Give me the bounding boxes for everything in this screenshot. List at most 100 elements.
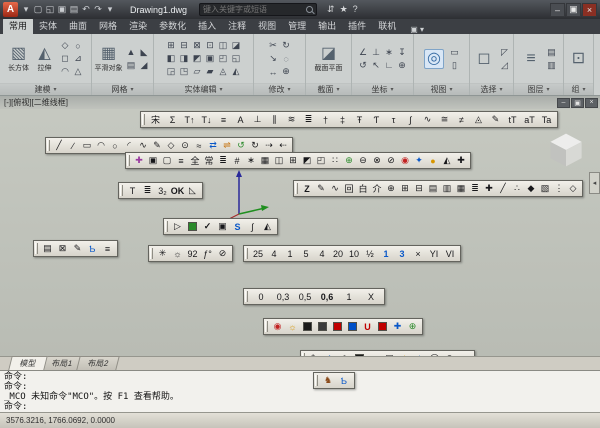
ribbon-button-icon[interactable]: ⊿ <box>72 52 85 65</box>
close-button[interactable]: × <box>582 3 597 17</box>
toolbar-button[interactable]: ≋ <box>283 112 300 127</box>
ribbon-button-icon[interactable]: ○ <box>72 39 85 52</box>
toolbar-button[interactable]: ✚ <box>390 319 405 334</box>
toolbar-button[interactable]: ≣ <box>140 183 155 198</box>
redo-icon[interactable]: ↷ <box>92 4 104 15</box>
toolbar-button[interactable]: ƒ° <box>200 246 215 261</box>
toolbar-button[interactable]: ≈ <box>192 138 206 153</box>
toolbar-button[interactable]: 4 <box>266 246 282 261</box>
ribbon-button-icon[interactable]: ▥ <box>545 59 558 72</box>
toolbar-grip[interactable] <box>35 243 38 254</box>
toolbar-button[interactable]: U <box>360 319 375 334</box>
ribbon-button-icon[interactable]: ◧ <box>165 52 178 65</box>
toolbar-button[interactable]: ↻ <box>248 138 262 153</box>
toolbar-grip[interactable] <box>150 248 153 259</box>
viewcube[interactable] <box>549 133 583 167</box>
ribbon-button-icon[interactable]: ◻ <box>59 52 72 65</box>
toolbar-button[interactable]: 25 <box>250 246 266 261</box>
ribbon-button-icon[interactable]: ⊞ <box>165 39 178 52</box>
toolbar-button[interactable]: ⊞ <box>398 181 412 196</box>
toolbar-button[interactable]: ▧ <box>538 181 552 196</box>
doc-restore-button[interactable]: ▣ <box>571 98 584 108</box>
toolbar-button[interactable]: ⊠ <box>55 241 70 256</box>
search-input[interactable] <box>203 5 303 14</box>
ribbon-tab-实体[interactable]: 实体 <box>33 18 63 34</box>
toolbar-button[interactable]: ▦ <box>454 181 468 196</box>
numbers-toolbar[interactable]: 2541542010½13×YIVI <box>243 245 461 262</box>
viewport-controls-label[interactable]: [-][俯视][二维线框] <box>4 97 68 108</box>
toolbar-button[interactable]: 常 <box>202 153 216 168</box>
toolbar-button[interactable]: ∷ <box>328 153 342 168</box>
toolbar-button[interactable]: 1 <box>338 289 360 304</box>
search-box[interactable] <box>199 3 317 16</box>
workspace-box-icon[interactable]: ▣ ▾ <box>410 25 424 34</box>
toolbar-button[interactable]: ◉ <box>270 319 285 334</box>
lighting-toolbar[interactable]: ✳☼92ƒ°⊘ <box>148 245 233 262</box>
toolbar-button[interactable] <box>300 319 315 334</box>
toolbar-button[interactable]: ↺ <box>234 138 248 153</box>
toolbar-button[interactable]: ∥ <box>266 112 283 127</box>
ribbon-button-icon[interactable]: ↔ <box>267 65 280 78</box>
panel-dropdown-icon[interactable]: ▾ <box>546 86 549 93</box>
toolbar-button[interactable]: ✓ <box>200 219 215 234</box>
toolbar-button[interactable]: ▣ <box>146 153 160 168</box>
ribbon-button-icon[interactable]: ▯ <box>448 59 461 72</box>
panel-label-视图[interactable]: 视图▾ <box>414 83 469 95</box>
ribbon-button-icon[interactable]: ⊕ <box>396 59 409 72</box>
plot-icon[interactable]: ▤ <box>68 4 80 15</box>
toolbar-button[interactable]: 3₂ <box>155 183 170 198</box>
ribbon-button-icon[interactable]: ◇ <box>59 39 72 52</box>
panel-label-选择[interactable]: 选择▾ <box>470 83 513 95</box>
toolbar-button[interactable]: ▭ <box>80 138 94 153</box>
text-style-toolbar[interactable]: 宋ΣT↑T↓≡A⊥∥≋≣†‡ŦƬτ∫∿≅≠◬✎tTaTTa <box>140 111 558 128</box>
minimize-button[interactable]: – <box>550 3 565 17</box>
toolbar-button[interactable]: ⊟ <box>412 181 426 196</box>
toolbar-button[interactable]: 宋 <box>147 112 164 127</box>
toolbar-button[interactable]: ✎ <box>150 138 164 153</box>
ribbon-button-icon[interactable]: ↧ <box>396 46 409 59</box>
toolbar-button[interactable]: ● <box>426 153 440 168</box>
ribbon-button-icon[interactable]: ◬ <box>217 65 230 78</box>
ribbon-button-icon[interactable]: ◌ <box>280 52 293 65</box>
toolbar-button[interactable]: ◇ <box>164 138 178 153</box>
ribbon-button-icon[interactable]: ◲ <box>165 65 178 78</box>
toolbar-button[interactable]: A <box>232 112 249 127</box>
toolbar-button[interactable]: ▥ <box>440 181 454 196</box>
panel-dropdown-icon[interactable]: ▾ <box>130 86 133 93</box>
open-icon[interactable]: ◱ <box>44 4 56 15</box>
ribbon-tab-管理[interactable]: 管理 <box>282 18 312 34</box>
views-tool[interactable]: ◎ <box>422 49 446 69</box>
panel-dropdown-icon[interactable]: ▾ <box>499 86 502 93</box>
box-tool[interactable]: ▧长方体 <box>7 45 31 73</box>
toolbar-button[interactable]: ≣ <box>216 153 230 168</box>
toolbar-button[interactable]: ⊕ <box>405 319 420 334</box>
toolbar-button[interactable]: ◆ <box>524 181 538 196</box>
ribbon-button-icon[interactable]: ⊕ <box>280 65 293 78</box>
toolbar-button[interactable]: Σ <box>164 112 181 127</box>
toolbar-button[interactable]: Ƅ <box>336 373 352 388</box>
toolbar-button[interactable]: 0,6 <box>316 289 338 304</box>
ribbon-button-icon[interactable]: ∠ <box>357 46 370 59</box>
toolbar-button[interactable]: ◰ <box>314 153 328 168</box>
toolbar-button[interactable]: ▤ <box>40 241 55 256</box>
ribbon-button-icon[interactable]: ◳ <box>178 65 191 78</box>
panel-dropdown-icon[interactable]: ▾ <box>390 86 393 93</box>
toolbar-button[interactable]: 0,5 <box>294 289 316 304</box>
toolbar-button[interactable]: ╱ <box>52 138 66 153</box>
ribbon-tab-常用[interactable]: 常用 <box>3 18 33 34</box>
toolbar-button[interactable]: 3 <box>394 246 410 261</box>
ribbon-tab-注释[interactable]: 注释 <box>222 18 252 34</box>
ribbon-button-icon[interactable]: ◰ <box>217 52 230 65</box>
toolbar-button[interactable]: # <box>230 153 244 168</box>
toolbar-button[interactable]: ◉ <box>398 153 412 168</box>
toolbar-button[interactable]: Ŧ <box>351 112 368 127</box>
toolbar-button[interactable] <box>345 319 360 334</box>
app-logo[interactable]: A <box>3 2 18 17</box>
toolbar-button[interactable]: ≡ <box>174 153 188 168</box>
toolbar-button[interactable]: ▤ <box>426 181 440 196</box>
toolbar-button[interactable]: ∗ <box>244 153 258 168</box>
panel-label-网格[interactable]: 网格▾ <box>92 83 153 95</box>
toolbar-button[interactable]: ◇ <box>566 181 580 196</box>
toolbar-button[interactable]: ∿ <box>328 181 342 196</box>
toolbar-button[interactable]: 白 <box>356 181 370 196</box>
